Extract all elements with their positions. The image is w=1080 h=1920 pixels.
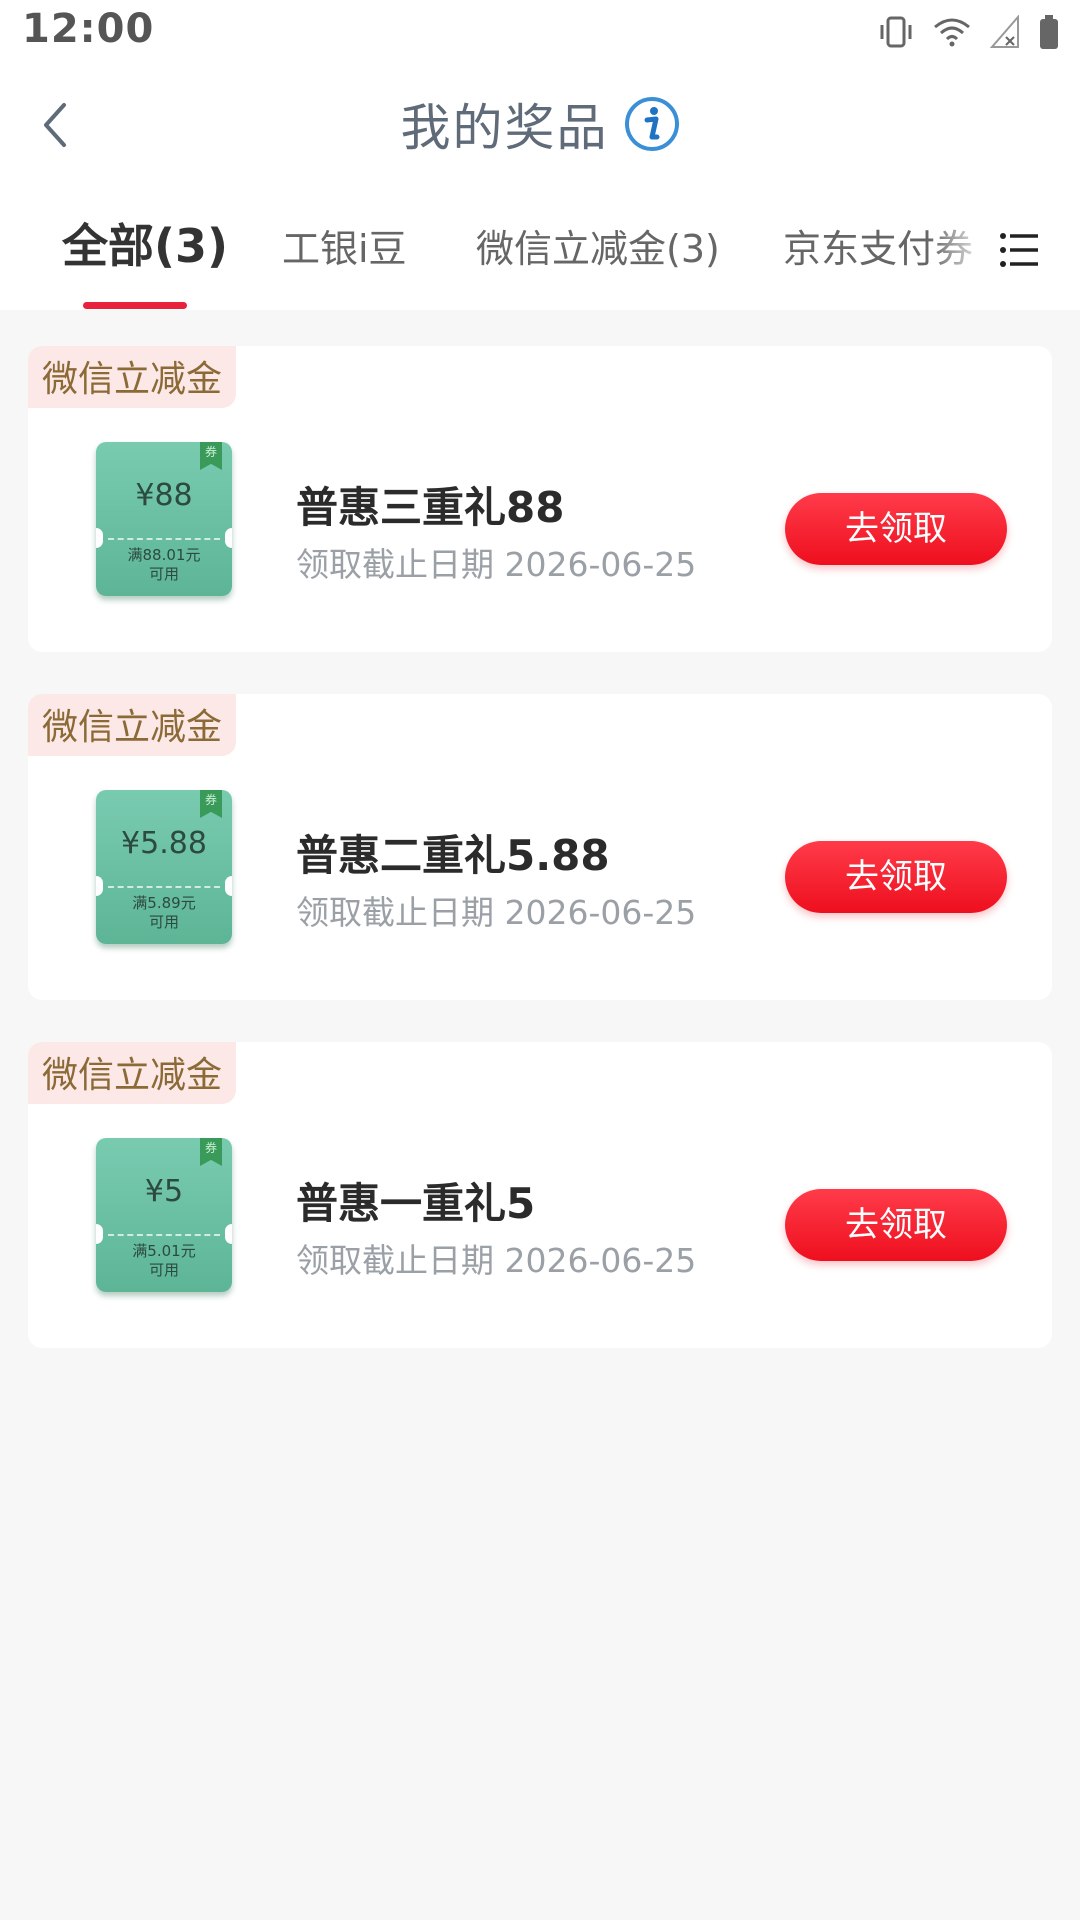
coupon-condition-usable: 可用 <box>148 1261 179 1279</box>
prize-card: 微信立减金 券 ¥88 满88.01元 可用 普惠三重礼88 领取截止日期 20… <box>28 346 1052 652</box>
coupon-image: 券 ¥5.88 满5.89元 可用 <box>96 790 232 944</box>
prize-card: 微信立减金 券 ¥5.88 满5.89元 可用 普惠二重礼5.88 领取截止日期… <box>28 694 1052 1000</box>
prize-name: 普惠二重礼5.88 <box>296 831 610 880</box>
coupon-divider <box>108 538 220 540</box>
tab-wechat-discount[interactable]: 微信立减金(3) <box>476 218 720 273</box>
coupon-condition: 满88.01元 可用 <box>96 546 232 584</box>
coupon-divider <box>108 886 220 888</box>
list-menu-icon[interactable] <box>998 228 1042 272</box>
coupon-amount: ¥88 <box>135 478 193 513</box>
page-title: 我的奖品 <box>400 99 609 157</box>
tab-icbc-beans[interactable]: 工银i豆 <box>282 218 407 273</box>
prize-type-tag: 微信立减金 <box>28 694 237 756</box>
claim-button[interactable]: 去领取 <box>785 841 1007 913</box>
prize-name: 普惠三重礼88 <box>296 483 565 532</box>
claim-button[interactable]: 去领取 <box>785 493 1007 565</box>
coupon-condition: 满5.01元 可用 <box>96 1242 232 1280</box>
coupon-condition-usable: 可用 <box>148 913 179 931</box>
prize-deadline: 领取截止日期 2026-06-25 <box>296 545 697 584</box>
signal-icon <box>990 15 1019 48</box>
status-icons <box>878 10 1060 54</box>
coupon-condition: 满5.89元 可用 <box>96 894 232 932</box>
status-time: 12:00 <box>22 6 155 52</box>
prize-card: 微信立减金 券 ¥5 满5.01元 可用 普惠一重礼5 领取截止日期 2026-… <box>28 1042 1052 1348</box>
wifi-icon <box>934 18 970 47</box>
tab-fade <box>930 210 990 300</box>
coupon-condition-min: 满5.89元 <box>132 894 196 912</box>
tab-active-indicator <box>83 302 187 309</box>
info-icon[interactable] <box>624 96 680 152</box>
prize-type-tag: 微信立减金 <box>28 346 237 408</box>
battery-icon <box>1040 15 1058 49</box>
coupon-badge: 券 <box>200 790 222 818</box>
coupon-image: 券 ¥88 满88.01元 可用 <box>96 442 232 596</box>
coupon-condition-min: 满88.01元 <box>127 546 201 564</box>
prize-name: 普惠一重礼5 <box>296 1179 536 1228</box>
coupon-divider <box>108 1234 220 1236</box>
coupon-condition-min: 满5.01元 <box>132 1242 196 1260</box>
tab-bar: 全部(3) 工银i豆 微信立减金(3) 京东支付券 <box>0 210 1080 310</box>
claim-button[interactable]: 去领取 <box>785 1189 1007 1261</box>
coupon-amount: ¥5 <box>144 1174 184 1209</box>
prize-deadline: 领取截止日期 2026-06-25 <box>296 1241 697 1280</box>
coupon-amount: ¥5.88 <box>121 826 207 861</box>
vibrate-icon <box>880 16 912 48</box>
tab-all[interactable]: 全部(3) <box>62 210 228 276</box>
prize-type-tag: 微信立减金 <box>28 1042 237 1104</box>
coupon-badge: 券 <box>200 1138 222 1166</box>
coupon-condition-usable: 可用 <box>148 565 179 583</box>
coupon-badge: 券 <box>200 442 222 470</box>
prize-deadline: 领取截止日期 2026-06-25 <box>296 893 697 932</box>
coupon-image: 券 ¥5 满5.01元 可用 <box>96 1138 232 1292</box>
header: 我的奖品 <box>0 88 1080 160</box>
